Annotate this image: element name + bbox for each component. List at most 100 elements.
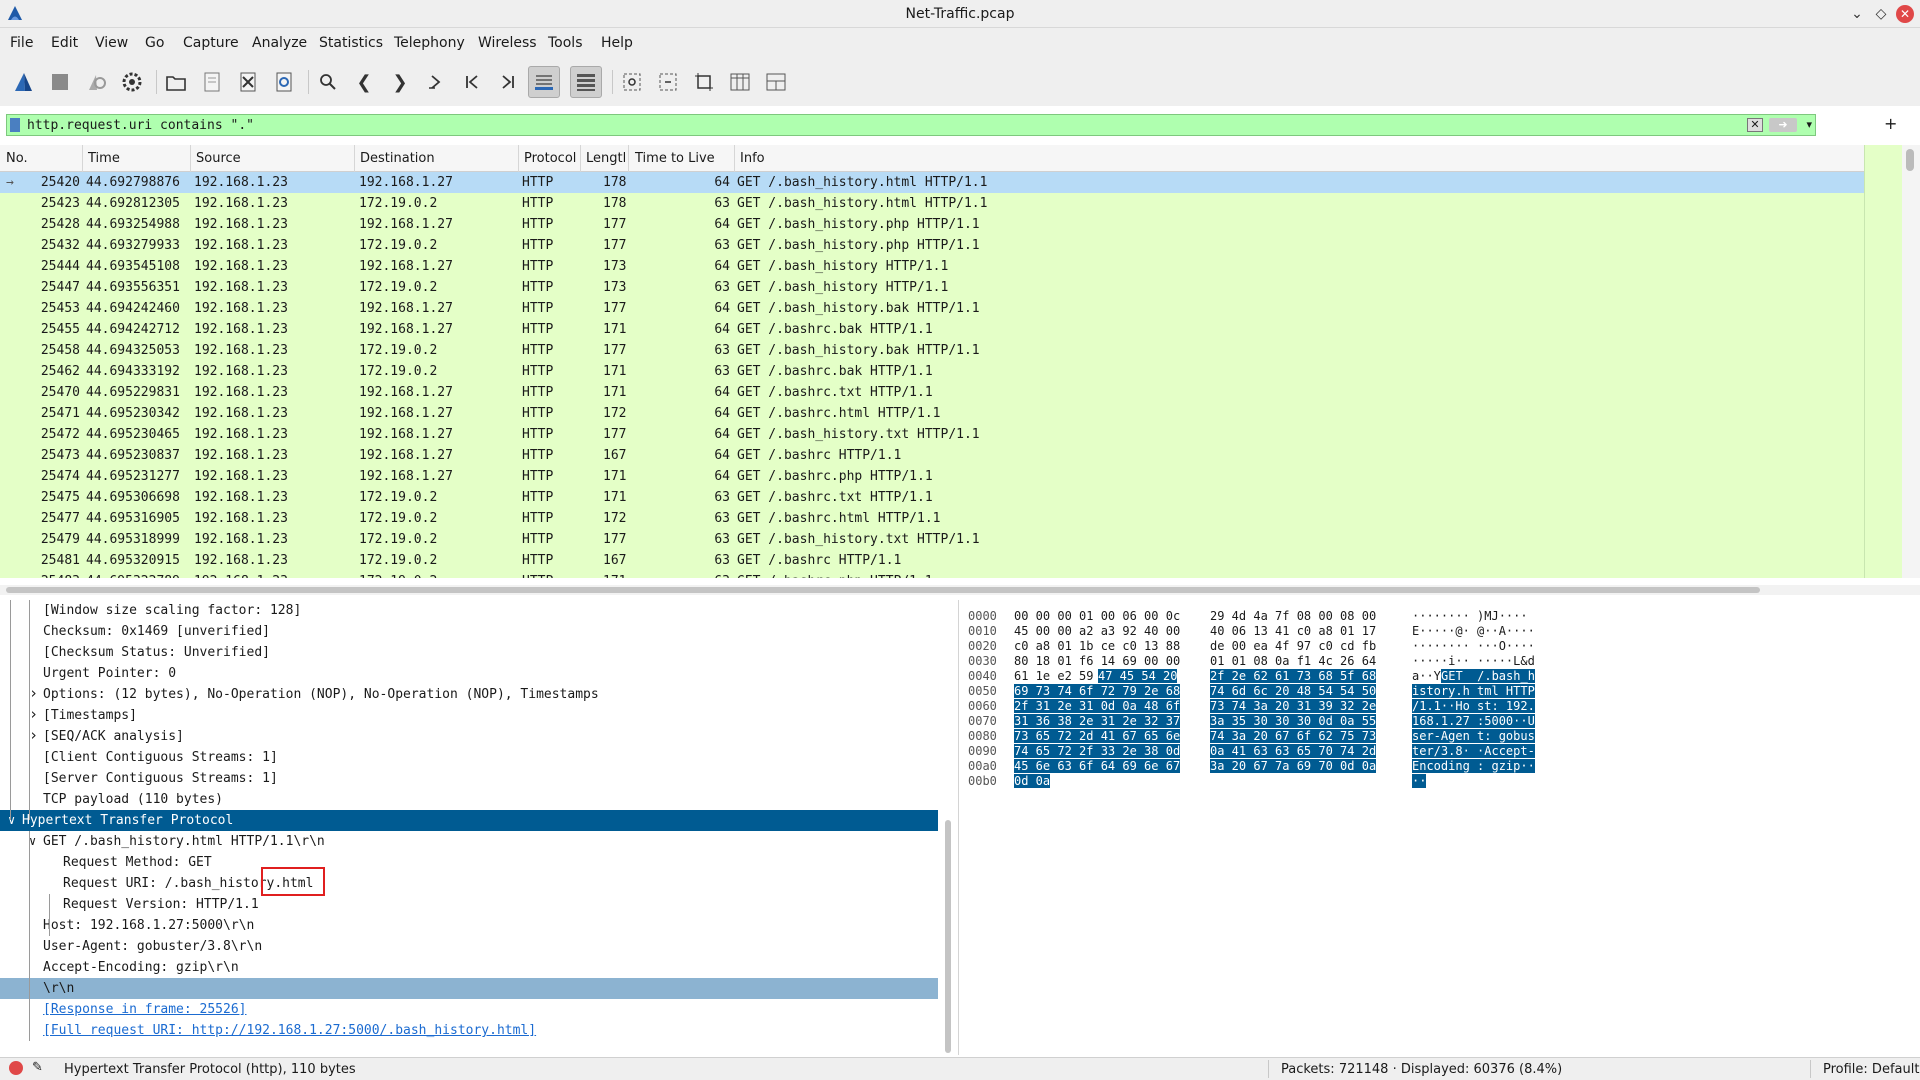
stop-icon[interactable] (44, 66, 76, 98)
packet-row[interactable]: 25453 44.694242460 192.168.1.23 192.168.1.2… (0, 298, 1864, 319)
menu-view[interactable]: View (95, 35, 128, 51)
minimize-icon[interactable]: ⌄ (1848, 5, 1866, 23)
bookmark-icon[interactable] (10, 118, 20, 132)
packet-list-minimap[interactable] (1864, 145, 1902, 578)
detail-row[interactable]: [Client Contiguous Streams: 1] (0, 747, 938, 768)
expand-toggle-icon[interactable]: › (29, 705, 38, 723)
open-folder-icon[interactable] (160, 66, 192, 98)
menu-file[interactable]: File (10, 35, 33, 51)
detail-row[interactable]: Request URI: /.bash_history.html (0, 873, 938, 894)
menu-wireless[interactable]: Wireless (478, 35, 537, 51)
zoom-out-icon[interactable] (652, 66, 684, 98)
options-gear-icon[interactable] (116, 66, 148, 98)
shark-fin-start-icon[interactable] (8, 66, 40, 98)
packet-row[interactable]: 25423 44.692812305 192.168.1.23 172.19.0.2 H… (0, 193, 1864, 214)
first-packet-icon[interactable] (456, 66, 488, 98)
details-scroll-thumb[interactable] (945, 820, 951, 1053)
detail-row[interactable]: [Checksum Status: Unverified] (0, 642, 938, 663)
packet-row[interactable]: → 25420 44.692798876 192.168.1.23 192.168.1.… (0, 172, 1864, 193)
add-filter-button[interactable]: + (1884, 114, 1897, 133)
packet-row[interactable]: 25447 44.693556351 192.168.1.23 172.19.0.2 H… (0, 277, 1864, 298)
layout-icon[interactable] (760, 66, 792, 98)
column-header-info[interactable]: Info (740, 151, 765, 166)
close-file-icon[interactable] (232, 66, 264, 98)
detail-row[interactable]: Request Method: GET (0, 852, 938, 873)
packet-list-scroll-thumb[interactable] (1906, 149, 1914, 171)
menu-capture[interactable]: Capture (183, 35, 239, 51)
find-icon[interactable] (312, 66, 344, 98)
packet-row[interactable]: 25473 44.695230837 192.168.1.23 192.168.1.2… (0, 445, 1864, 466)
menu-help[interactable]: Help (601, 35, 633, 51)
detail-row[interactable]: [Response in frame: 25526] (0, 999, 938, 1020)
details-scrollbar[interactable] (943, 820, 953, 1055)
menu-analyze[interactable]: Analyze (252, 35, 307, 51)
detail-row[interactable]: ∨ GET /.bash_history.html HTTP/1.1\r\n (0, 831, 938, 852)
detail-row-text[interactable]: [Full request URI: http://192.168.1.27:5… (43, 1023, 536, 1038)
detail-row[interactable]: Urgent Pointer: 0 (0, 663, 938, 684)
back-arrow-icon[interactable]: ❮ (348, 66, 380, 98)
detail-row[interactable]: TCP payload (110 bytes) (0, 789, 938, 810)
colorize-icon[interactable] (570, 66, 602, 98)
detail-row[interactable]: › Options: (12 bytes), No-Operation (NOP)… (0, 684, 938, 705)
packet-row[interactable]: 25471 44.695230342 192.168.1.23 192.168.1.2… (0, 403, 1864, 424)
detail-row[interactable]: ∨ Hypertext Transfer Protocol (0, 810, 938, 831)
packet-row[interactable]: 25479 44.695318999 192.168.1.23 172.19.0.2 H… (0, 529, 1864, 550)
detail-row[interactable]: Checksum: 0x1469 [unverified] (0, 621, 938, 642)
clear-filter-icon[interactable]: ✕ (1747, 118, 1763, 132)
packet-row[interactable]: 25481 44.695320915 192.168.1.23 172.19.0.2 H… (0, 550, 1864, 571)
menu-edit[interactable]: Edit (51, 35, 78, 51)
zoom-in-icon[interactable] (616, 66, 648, 98)
menu-telephony[interactable]: Telephony (394, 35, 465, 51)
resize-columns-icon[interactable] (724, 66, 756, 98)
detail-row[interactable]: › [Timestamps] (0, 705, 938, 726)
reload-icon[interactable] (268, 66, 300, 98)
packet-row[interactable]: 25475 44.695306698 192.168.1.23 172.19.0.2 H… (0, 487, 1864, 508)
column-header-protocol[interactable]: Protocol (524, 151, 576, 166)
maximize-icon[interactable]: ◇ (1872, 5, 1890, 23)
column-header-length[interactable]: Lengtl (586, 151, 626, 166)
packet-row[interactable]: 25477 44.695316905 192.168.1.23 172.19.0.2 H… (0, 508, 1864, 529)
filter-dropdown-icon[interactable]: ▾ (1806, 118, 1812, 131)
column-header-time[interactable]: Time (88, 151, 120, 166)
packet-row[interactable]: 25458 44.694325053 192.168.1.23 172.19.0.2 H… (0, 340, 1864, 361)
packet-row[interactable]: 25474 44.695231277 192.168.1.23 192.168.1.2… (0, 466, 1864, 487)
profile-indicator[interactable]: Profile: Default (1823, 1062, 1919, 1077)
detail-row[interactable]: [Server Contiguous Streams: 1] (0, 768, 938, 789)
packet-row[interactable]: 25432 44.693279933 192.168.1.23 172.19.0.2 H… (0, 235, 1864, 256)
column-header-source[interactable]: Source (196, 151, 241, 166)
packet-list-scrollbar[interactable] (1902, 145, 1920, 578)
collapse-toggle-icon[interactable]: ∨ (29, 834, 36, 848)
packet-row[interactable]: 25444 44.693545108 192.168.1.23 192.168.1.2… (0, 256, 1864, 277)
save-file-icon[interactable] (196, 66, 228, 98)
go-to-packet-icon[interactable] (420, 66, 452, 98)
detail-row[interactable]: Host: 192.168.1.27:5000\r\n (0, 915, 938, 936)
detail-row[interactable]: Request Version: HTTP/1.1 (0, 894, 938, 915)
apply-filter-icon[interactable]: ➜ (1769, 118, 1797, 132)
edit-comment-icon[interactable]: ✎ (32, 1060, 43, 1075)
packet-row[interactable]: 25470 44.695229831 192.168.1.23 192.168.1.2… (0, 382, 1864, 403)
close-icon[interactable]: ✕ (1896, 5, 1914, 23)
detail-row[interactable]: \r\n (0, 978, 938, 999)
restart-icon[interactable] (80, 66, 112, 98)
hscroll-thumb[interactable] (6, 587, 1760, 593)
packet-row[interactable]: 25455 44.694242712 192.168.1.23 192.168.1.2… (0, 319, 1864, 340)
detail-row-text[interactable]: [Response in frame: 25526] (43, 1002, 247, 1017)
detail-row[interactable]: [Full request URI: http://192.168.1.27:5… (0, 1020, 938, 1041)
expand-toggle-icon[interactable]: › (29, 726, 38, 744)
packet-list-hscrollbar[interactable] (0, 585, 1920, 595)
display-filter-text[interactable]: http.request.uri contains "." (27, 118, 254, 133)
column-header-destination[interactable]: Destination (360, 151, 435, 166)
menu-tools[interactable]: Tools (548, 35, 583, 51)
expert-info-icon[interactable] (9, 1061, 23, 1075)
last-packet-icon[interactable] (492, 66, 524, 98)
column-header-ttl[interactable]: Time to Live (635, 151, 715, 166)
expand-toggle-icon[interactable]: › (29, 684, 38, 702)
detail-row[interactable]: [Window size scaling factor: 128] (0, 600, 938, 621)
display-filter-input[interactable]: http.request.uri contains "." ✕ ➜ ▾ (6, 114, 1816, 136)
packet-row[interactable]: 25428 44.693254988 192.168.1.23 192.168.1.2… (0, 214, 1864, 235)
forward-arrow-icon[interactable]: ❯ (384, 66, 416, 98)
column-header-no[interactable]: No. (6, 151, 28, 166)
autoscroll-icon[interactable] (528, 66, 560, 98)
detail-row[interactable]: Accept-Encoding: gzip\r\n (0, 957, 938, 978)
packet-row[interactable]: 25472 44.695230465 192.168.1.23 192.168.1.2… (0, 424, 1864, 445)
